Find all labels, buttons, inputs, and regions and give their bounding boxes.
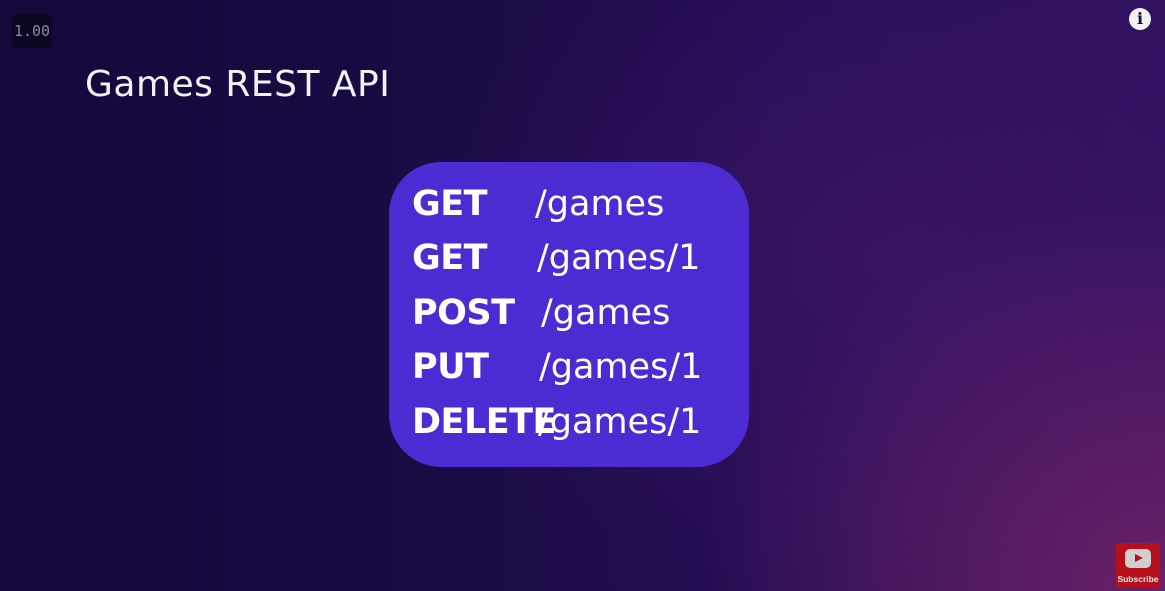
endpoint-row: DELETE /games/1	[389, 400, 749, 454]
endpoint-path: /games	[535, 184, 665, 224]
slide-title: Games REST API	[85, 64, 391, 105]
http-method: PUT	[412, 347, 489, 388]
http-method: GET	[412, 184, 488, 224]
http-method: POST	[412, 292, 515, 333]
subscribe-button[interactable]: Subscribe	[1116, 543, 1160, 587]
endpoint-row: GET /games	[389, 182, 749, 236]
endpoint-card: GET /games GET /games/1 POST /games PUT …	[389, 162, 749, 467]
endpoint-row: POST /games	[389, 291, 749, 345]
endpoint-row: PUT /games/1	[389, 345, 749, 399]
endpoint-path: /games/1	[537, 238, 701, 279]
youtube-icon	[1125, 549, 1151, 568]
endpoint-path: /games/1	[539, 347, 703, 388]
playback-speed-badge: 1.00	[12, 14, 52, 48]
endpoint-path: /games/1	[538, 401, 702, 442]
http-method: DELETE	[412, 401, 556, 442]
http-method: GET	[412, 238, 488, 279]
endpoint-path: /games	[541, 292, 671, 333]
endpoint-row: GET /games/1	[389, 236, 749, 290]
info-icon[interactable]: i	[1129, 8, 1151, 30]
subscribe-label: Subscribe	[1117, 574, 1159, 584]
